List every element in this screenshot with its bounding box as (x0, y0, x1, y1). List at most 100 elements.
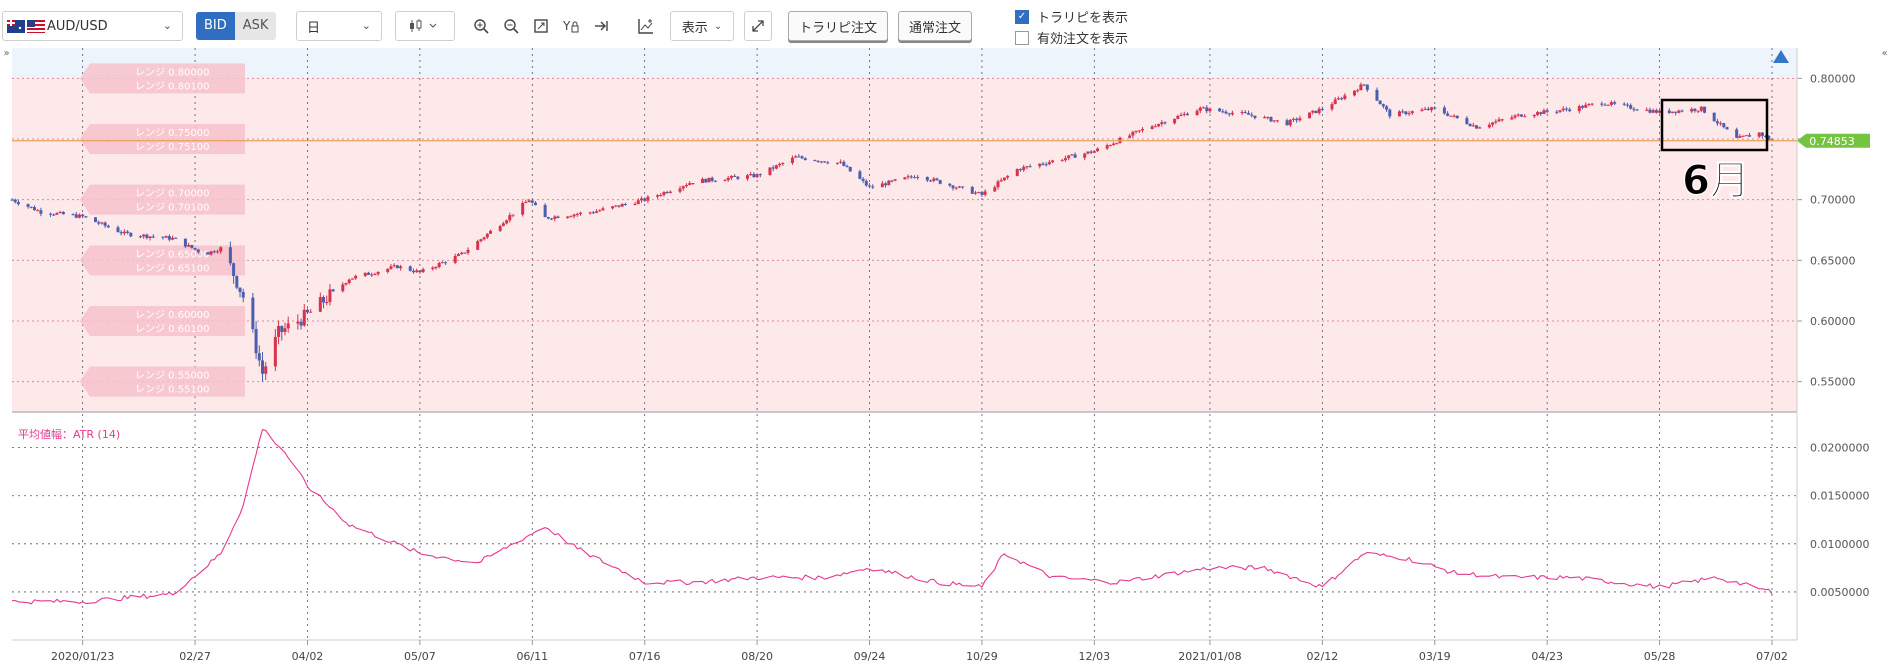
candle-body (1603, 104, 1607, 106)
candle-body (228, 247, 232, 264)
candle-body (733, 175, 737, 177)
candle-body (1735, 129, 1739, 138)
x-axis: 2020/01/23 02/27 04/02 05/07 06/11 07/16 08/20… (51, 640, 1788, 663)
candle-body (1105, 145, 1109, 149)
candle-body (106, 225, 110, 228)
atr-axis: 0.0200000 0.0150000 0.0100000 0.0050000 (1810, 442, 1870, 599)
candle-body (1658, 110, 1662, 113)
candle-body (1674, 111, 1678, 113)
candle-body (970, 186, 974, 194)
candle-body (1333, 99, 1337, 105)
candle-body (1153, 126, 1157, 128)
candle-body (1635, 109, 1639, 111)
candle-body (1741, 135, 1745, 137)
show-valid-orders-checkbox[interactable]: 有効注文を表示 (1015, 28, 1128, 47)
candle-body (164, 236, 168, 238)
candle-body (1086, 151, 1090, 154)
candle-body (1629, 105, 1633, 109)
candle-body (858, 171, 862, 179)
fit-screen-icon[interactable] (528, 13, 554, 39)
candle-body (1539, 112, 1543, 115)
candle-body (566, 216, 570, 218)
candle-body (183, 238, 187, 247)
atr-tick-label: 0.0150000 (1810, 490, 1870, 503)
candle-body (373, 274, 377, 276)
zoom-in-icon[interactable] (468, 13, 494, 39)
candle-body (485, 233, 489, 238)
candle-body (1295, 118, 1299, 121)
candle-body (273, 336, 277, 367)
atr-title: 平均値幅：ATR (14) (18, 428, 120, 441)
candle-body (1703, 106, 1707, 113)
candle-body (534, 202, 538, 206)
candle-body (813, 159, 817, 161)
candle-body (736, 176, 740, 179)
candle-body (1651, 110, 1655, 113)
candle-body (1423, 108, 1427, 110)
candle-body (1157, 124, 1161, 127)
symbol-select[interactable]: AUD/USD ⌄ (2, 11, 183, 41)
candle-body (1385, 106, 1389, 110)
y-axis-lock-icon[interactable]: Y (558, 13, 584, 39)
expand-button[interactable] (744, 11, 772, 41)
x-tick-label: 09/24 (854, 650, 886, 663)
checkbox-checked-icon: ✓ (1015, 9, 1029, 24)
candle-body (1426, 108, 1430, 111)
display-menu-button[interactable]: 表示 ⌄ (670, 11, 734, 41)
tralipi-order-button[interactable]: トラリピ注文 (788, 11, 889, 41)
candle-body (508, 215, 512, 221)
zoom-out-icon[interactable] (498, 13, 524, 39)
current-price-value: 0.74853 (1809, 135, 1855, 148)
candle-body (174, 237, 178, 239)
candle-body (835, 162, 839, 164)
candle-body (1712, 112, 1716, 122)
candle-body (171, 237, 175, 240)
candle-body (1680, 110, 1684, 112)
candle-body (232, 263, 236, 277)
show-tralipi-checkbox[interactable]: ✓ トラリピを表示 (1015, 7, 1128, 26)
candle-body (659, 195, 663, 197)
candle-body (1176, 115, 1180, 119)
candle-body (122, 231, 126, 234)
candle-body (1606, 104, 1610, 106)
candle-body (758, 174, 762, 176)
candle-body (890, 180, 894, 182)
candle-body (1468, 124, 1472, 127)
ask-button[interactable]: ASK (234, 12, 277, 40)
candle-body (723, 180, 727, 182)
candle-body (370, 274, 374, 276)
candle-body (1150, 126, 1154, 129)
chart-area[interactable]: レンジ 0.80000 レンジ 0.80100 レンジ 0.75000 レンジ 0.7… (0, 48, 1891, 667)
candle-body (453, 255, 457, 263)
indicator-icon[interactable] (633, 13, 659, 39)
candle-body (1340, 98, 1344, 100)
chart-type-select[interactable] (395, 11, 455, 41)
candle-body (543, 205, 547, 218)
range-label-top: レンジ 0.55000 (135, 371, 210, 382)
candle-body (633, 203, 637, 205)
candle-body (1314, 110, 1318, 113)
candle-body (466, 249, 470, 253)
candle-body (524, 202, 528, 204)
candle-body (341, 284, 345, 292)
candle-body (460, 252, 464, 255)
bid-button[interactable]: BID (196, 12, 235, 40)
candle-body (1317, 108, 1321, 113)
candle-body (344, 283, 348, 285)
candle-body (395, 265, 399, 269)
candle-body (800, 156, 804, 159)
candle-body (366, 272, 370, 275)
period-select[interactable]: 日 ⌄ (296, 11, 382, 41)
candle-body (418, 270, 422, 273)
candle-body (309, 311, 313, 313)
candle-body (977, 192, 981, 194)
candle-body (1648, 109, 1652, 113)
candle-body (1141, 128, 1145, 131)
candle-body (1478, 127, 1482, 129)
candle-body (161, 236, 165, 238)
atr-series-line (11, 429, 1773, 605)
normal-order-button[interactable]: 通常注文 (898, 11, 973, 41)
candle-body (1356, 90, 1360, 92)
candle-body (1375, 89, 1379, 101)
scroll-to-latest-icon[interactable] (588, 13, 614, 39)
